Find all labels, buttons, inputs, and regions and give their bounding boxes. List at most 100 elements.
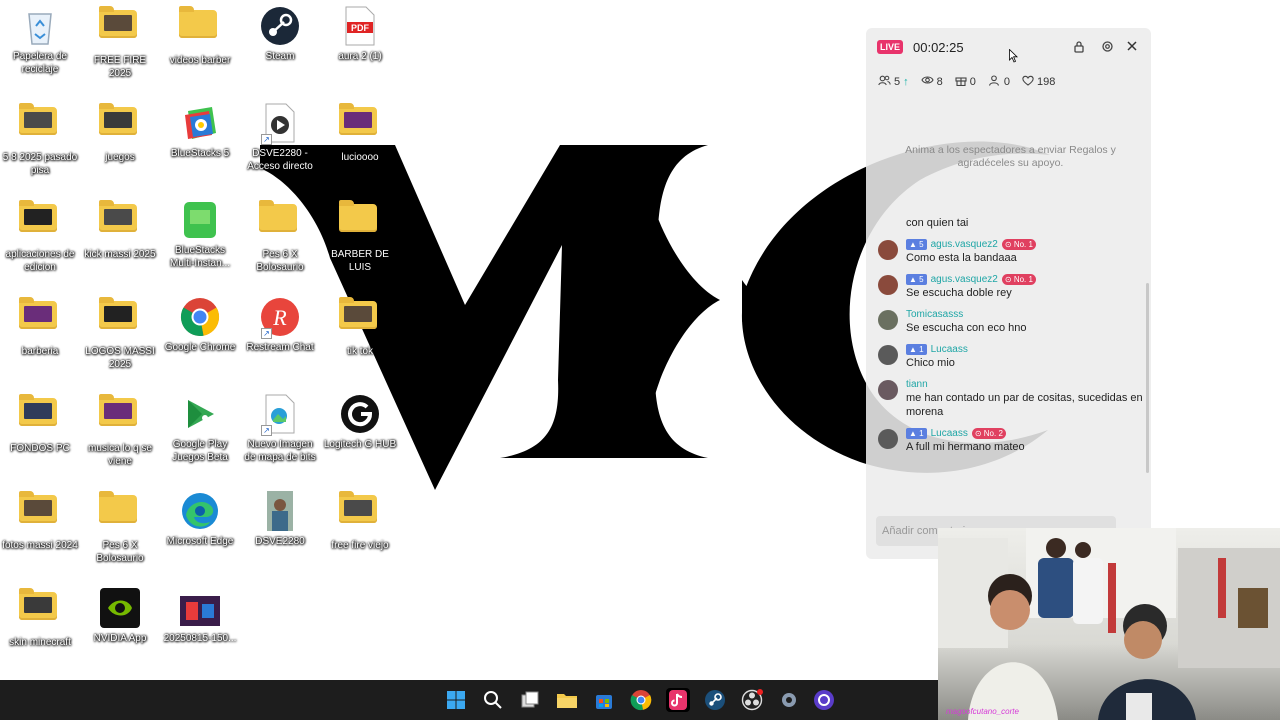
chat-username[interactable]: tiann [906, 378, 928, 391]
task-view-icon[interactable] [518, 688, 542, 712]
rank-badge: ⊙ No. 1 [1001, 239, 1036, 250]
store-icon[interactable] [592, 688, 616, 712]
stat-views[interactable]: 8 [921, 74, 943, 89]
chat-text: Como esta la bandaaa [906, 252, 1017, 264]
chat-username[interactable]: Lucaass [931, 343, 968, 356]
avatar[interactable] [878, 429, 898, 449]
stat-gifts[interactable]: 0 [955, 74, 976, 89]
desktop-icon-free-fire-2025[interactable]: FREE FIRE 2025 [80, 2, 160, 80]
live-timer: 00:02:25 [913, 40, 964, 55]
chat-scrollbar[interactable] [1146, 283, 1149, 473]
desktop-icon-microsoft-edge[interactable]: Microsoft Edge [160, 487, 240, 548]
level-badge: ▲ 5 [906, 274, 927, 285]
stat-likes[interactable]: 198 [1022, 74, 1055, 89]
app-circle-icon[interactable] [812, 688, 836, 712]
chat-message[interactable]: con quien tai [876, 216, 1146, 230]
desktop-icon-label: Papelera de reciclaje [13, 51, 67, 75]
desktop-icon-bluestacks-multi-instance[interactable]: BlueStacks Multi-Instan... [160, 196, 240, 270]
chat-username[interactable]: agus.vasquez2 [931, 273, 998, 286]
desktop-icon-dsve2280[interactable]: DSVE2280 [240, 487, 320, 548]
avatar[interactable] [878, 240, 898, 260]
desktop-icon-5-8-2025-pasado-pisa[interactable]: 5 8 2025 pasado pisa [0, 99, 80, 177]
chat-message[interactable]: ▲ 1 Lucaass Chico mio [876, 343, 1146, 370]
steam-taskbar-icon[interactable] [703, 688, 727, 712]
chat-username[interactable]: Lucaass [931, 427, 968, 440]
desktop-icon-label: Restream Chat [246, 342, 314, 353]
chat-message[interactable]: ▲ 1 Lucaass ⊙ No. 2 A full mi hermano mateo [876, 427, 1146, 454]
chat-username[interactable]: Tomicasasss [906, 308, 963, 321]
desktop-icon-restream-chat[interactable]: R ↗ Restream Chat [240, 293, 320, 354]
desktop-icon-steam[interactable]: Steam [240, 2, 320, 63]
recycle-bin-icon [19, 6, 61, 48]
desktop-icon-free-fire-viejo[interactable]: free fire viejo [320, 487, 400, 552]
desktop-icon-dsve2280-acceso-directo[interactable]: ↗ DSVE2280 - Acceso directo [240, 99, 320, 173]
desktop-icon-label: juegos [105, 152, 135, 163]
lock-icon[interactable] [1071, 40, 1087, 56]
logos-massi-2025-icon [99, 297, 141, 343]
desktop-icon-fotos-massi-2024[interactable]: fotos massi 2024 [0, 487, 80, 552]
desktop-icon-pes-6-x-bolosaurio-1[interactable]: Pes 6 X Bolosaurio [240, 196, 320, 274]
avatar[interactable] [878, 345, 898, 365]
desktop-icon-nvidia-app[interactable]: NVIDIA App [80, 584, 160, 645]
stat-followers-value: 0 [1003, 75, 1010, 88]
desktop-icon-logitech-g-hub[interactable]: Logitech G HUB [320, 390, 400, 451]
avatar[interactable] [878, 380, 898, 400]
search-icon[interactable] [481, 688, 505, 712]
desktop-icon-pes-6-x-bolosaurio-2[interactable]: Pes 6 X Bolosaurio [80, 487, 160, 565]
obs-icon[interactable] [740, 688, 764, 712]
desktop-icon-aplicaciones-de-edicion[interactable]: aplicaciones de edicion [0, 196, 80, 274]
avatar[interactable] [878, 275, 898, 295]
stat-followers[interactable]: 0 [988, 74, 1010, 89]
desktop-icon-google-chrome[interactable]: Google Chrome [160, 293, 240, 354]
desktop-icon-juegos[interactable]: juegos [80, 99, 160, 164]
stat-likes-value: 198 [1037, 75, 1056, 88]
5-8-2025-pasado-pisa-icon [19, 103, 61, 149]
desktop-icon-kick-massi-2025[interactable]: kick massi 2025 [80, 196, 160, 261]
desktop-icon-recycle-bin[interactable]: Papelera de reciclaje [0, 2, 80, 76]
desktop-icon-bluestacks-5[interactable]: BlueStacks 5 [160, 99, 240, 160]
settings-taskbar-icon[interactable] [777, 688, 801, 712]
chat-message[interactable]: ▲ 5 agus.vasquez2 ⊙ No. 1 Como esta la band… [876, 238, 1146, 265]
desktop-icon-google-play-juegos-beta[interactable]: Google Play Juegos Beta [160, 390, 240, 464]
tiktok-icon[interactable] [666, 688, 690, 712]
pes-6-x-bolosaurio-2-icon [99, 491, 141, 537]
webcam-caption: magoofcutano_corte [946, 707, 1019, 716]
aura-2-1-icon: PDF [339, 6, 381, 48]
fotos-massi-2024-icon [19, 491, 61, 537]
juegos-icon [99, 103, 141, 149]
desktop-icon-fondos-pc[interactable]: FONDOS PC [0, 390, 80, 455]
desktop-icon-logos-massi-2025[interactable]: LOGOS MASSI 2025 [80, 293, 160, 371]
desktop-icon-aura-2-1[interactable]: PDF aura 2 (1) [320, 2, 400, 63]
desktop-icon-label: Google Chrome [164, 342, 236, 353]
desktop-icon-lucioooo[interactable]: lucioooo [320, 99, 400, 164]
desktop-icon-barber-de-luis[interactable]: BARBER DE LUIS [320, 196, 400, 274]
desktop-icon-label: kick massi 2025 [84, 249, 156, 260]
settings-icon[interactable] [1099, 40, 1115, 56]
chat-message[interactable]: tiann me han contado un par de cositas, s… [876, 378, 1146, 419]
start-icon[interactable] [444, 688, 468, 712]
desktop-icon-skin-minecraft[interactable]: skin minecraft [0, 584, 80, 649]
desktop-icon-tik-tok[interactable]: tik tok [320, 293, 400, 358]
eye-icon [921, 75, 934, 88]
desktop-icon-videos-barber[interactable]: videos barber [160, 2, 240, 67]
desktop-icon-label: NVIDIA App [93, 633, 147, 644]
desktop-icon-label: Steam [265, 51, 295, 62]
pes-6-x-bolosaurio-1-icon [259, 200, 301, 246]
chat-username[interactable]: agus.vasquez2 [931, 238, 998, 251]
desktop-icon-label: videos barber [169, 55, 231, 66]
level-badge: ▲ 5 [906, 239, 927, 250]
live-stream-panel: LIVE 00:02:25 5 ↑ 8 0 0 198 Anima a los … [866, 28, 1151, 559]
chat-message[interactable]: ▲ 5 agus.vasquez2 ⊙ No. 1 Se escucha doble … [876, 273, 1146, 300]
chrome-taskbar-icon[interactable] [629, 688, 653, 712]
desktop-icon-musica-lo-q-se-viene[interactable]: musica lo q se viene [80, 390, 160, 468]
desktop-icon-nuevo-imagen-mapa-bits[interactable]: ↗ Nuevo Imagen de mapa de bits [240, 390, 320, 464]
close-icon[interactable] [1124, 40, 1140, 56]
steam-icon [259, 6, 301, 48]
chat-message[interactable]: Tomicasasss Se escucha con eco hno [876, 308, 1146, 335]
avatar[interactable] [878, 310, 898, 330]
desktop-icon-20250815-150[interactable]: 20250815-150... [160, 584, 240, 645]
file-explorer-icon[interactable] [555, 688, 579, 712]
chat-text: Chico mio [906, 357, 955, 369]
stat-viewers[interactable]: 5 ↑ [878, 74, 909, 89]
desktop-icon-barberia[interactable]: barberia [0, 293, 80, 358]
